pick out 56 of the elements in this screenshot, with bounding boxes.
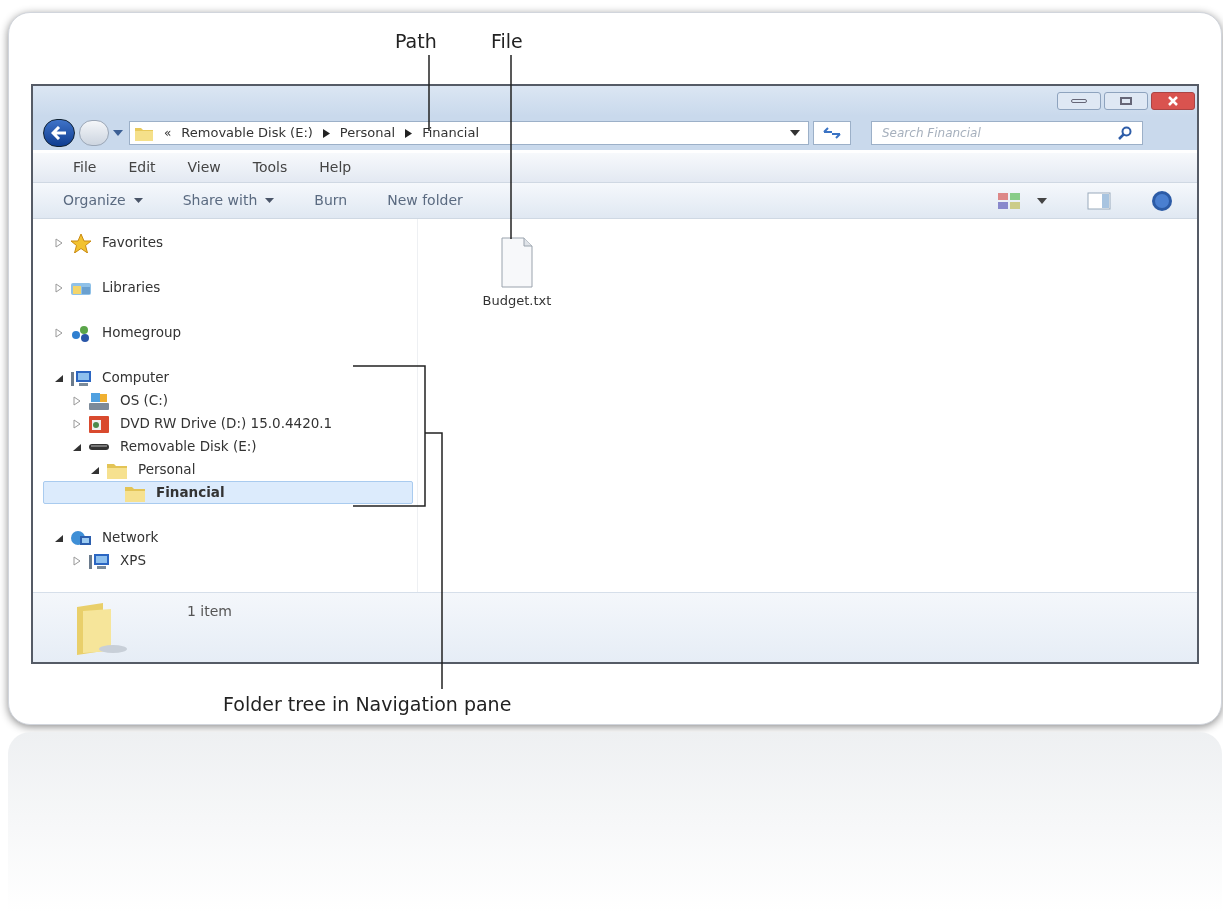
file-name[interactable]: Budget.txt (482, 291, 552, 311)
expanded-arrow-icon[interactable] (72, 441, 84, 452)
item-count: 1 item (187, 602, 232, 621)
annotation-label: File (491, 29, 523, 54)
menu-item[interactable]: View (181, 157, 227, 178)
view-options-icon[interactable] (997, 191, 1021, 210)
separator-arrow-icon[interactable] (405, 128, 413, 138)
toolbar-button[interactable]: New folder (387, 190, 463, 211)
maximize-button[interactable] (1104, 92, 1148, 110)
tree-item[interactable]: Computer (43, 366, 413, 389)
breadcrumb[interactable]: Financial (422, 123, 480, 143)
refresh-button[interactable] (813, 121, 851, 145)
tree-item[interactable]: DVD RW Drive (D:) 15.0.4420.1 (43, 412, 413, 435)
back-arrow-icon[interactable] (51, 126, 67, 140)
toolbar-button[interactable]: Organize (63, 190, 143, 211)
tree-item[interactable]: Removable Disk (E:) (43, 435, 413, 458)
tree-item[interactable]: Libraries (43, 276, 413, 299)
minimize-button[interactable] (1057, 92, 1101, 110)
expanded-arrow-icon[interactable] (54, 532, 66, 543)
toolbar-button[interactable]: Burn (314, 190, 348, 211)
refresh-icon[interactable] (822, 127, 842, 139)
address-bar[interactable]: « Removable Disk (E:) Personal Financial (129, 121, 809, 145)
overflow-chevron[interactable]: « (164, 124, 172, 142)
caret-icon[interactable] (133, 198, 143, 203)
caret-icon[interactable] (265, 198, 275, 203)
history-dropdown-icon[interactable] (113, 130, 123, 136)
help-icon[interactable] (1151, 189, 1173, 212)
annotation-label: Path (395, 29, 437, 54)
breadcrumb[interactable]: Personal (339, 123, 396, 143)
view-dropdown-icon[interactable] (1037, 197, 1047, 204)
removable-drive-icon (88, 442, 110, 451)
address-dropdown-icon[interactable] (790, 130, 800, 136)
breadcrumb[interactable]: Removable Disk (E:) (181, 123, 313, 143)
star-icon (70, 232, 92, 253)
tree-item[interactable]: OS (C:) (43, 389, 413, 412)
menu-item[interactable]: Edit (122, 157, 162, 178)
menu-item[interactable]: File (67, 157, 103, 178)
tree-item[interactable]: XPS (43, 549, 413, 572)
drive-icon (88, 390, 110, 411)
close-button[interactable] (1151, 92, 1195, 110)
back-button[interactable] (43, 119, 75, 147)
tree-item[interactable]: Financial (43, 481, 413, 504)
search-icon[interactable] (1118, 126, 1132, 140)
disc-drive-icon (88, 413, 110, 434)
close-icon[interactable] (1167, 96, 1179, 106)
expanded-arrow-icon[interactable] (54, 372, 66, 383)
annotation-label: Folder tree in Navigation pane (223, 692, 512, 717)
tree-item[interactable]: Homegroup (43, 321, 413, 344)
menu-item[interactable]: Tools (246, 157, 294, 178)
tree-item[interactable]: Network (43, 526, 413, 549)
separator-arrow-icon[interactable] (322, 128, 330, 138)
tree-item[interactable]: Personal (43, 458, 413, 481)
tree-item[interactable]: Favorites (43, 231, 413, 254)
toolbar-button[interactable]: Share with (182, 190, 275, 211)
menu-item[interactable]: Help (313, 157, 358, 178)
expanded-arrow-icon[interactable] (90, 464, 102, 475)
